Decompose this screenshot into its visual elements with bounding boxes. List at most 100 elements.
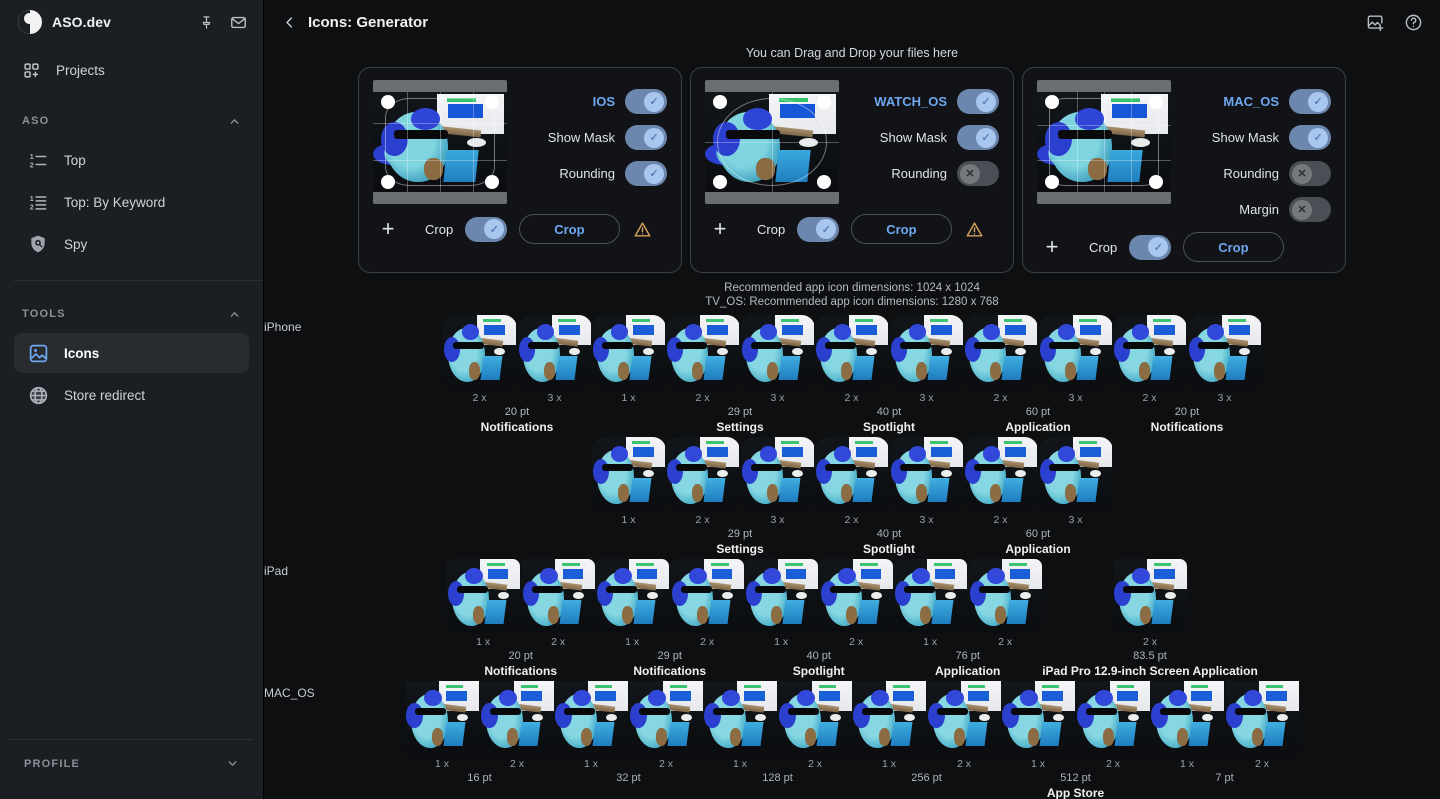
icon-cell[interactable]: 2 x [1113, 559, 1187, 648]
icon-group-name: Notifications [484, 664, 557, 678]
icon-cell[interactable]: 3 x [741, 315, 815, 404]
crop-handle-top-right[interactable] [485, 95, 499, 109]
icon-cell[interactable]: 2 x [480, 681, 554, 770]
icon-cell[interactable]: 2 x [521, 559, 595, 648]
icon-cell[interactable]: 3 x [1039, 315, 1113, 404]
profile-section[interactable]: PROFILE [10, 739, 253, 787]
toggle-platform-macos[interactable]: ✓ [1289, 89, 1331, 114]
plus-icon[interactable]: + [1039, 234, 1065, 260]
icon-cell[interactable]: 2 x [819, 559, 893, 648]
crop-button[interactable]: Crop [1183, 232, 1283, 262]
crop-handle-top-left[interactable] [713, 95, 727, 109]
add-image-icon[interactable] [1364, 11, 1386, 33]
icon-cell[interactable]: 1 x [893, 559, 967, 648]
toggle-platform-watchos[interactable]: ✓ [957, 89, 999, 114]
icon-cell[interactable]: 2 x [666, 315, 740, 404]
crop-handle-top-right[interactable] [1149, 95, 1163, 109]
icon-cell[interactable]: 2 x [964, 315, 1038, 404]
pin-icon[interactable] [195, 11, 217, 33]
icon-cell[interactable]: 2 x [778, 681, 852, 770]
device-label: MAC_OS [264, 686, 315, 700]
icon-cell[interactable]: 2 x [629, 681, 703, 770]
icon-cell[interactable]: 2 x [666, 437, 740, 526]
crop-button[interactable]: Crop [851, 214, 951, 244]
icon-cell[interactable]: 1 x [852, 681, 926, 770]
icon-cell[interactable]: 3 x [1039, 437, 1113, 526]
crop-handle-top-left[interactable] [381, 95, 395, 109]
sidebar-item-top-by-keyword[interactable]: 1 2 Top: By Keyword [14, 182, 249, 222]
toggle-rounding[interactable]: ✕ [1289, 161, 1331, 186]
icon-cell[interactable]: 2 x [670, 559, 744, 648]
toggle-show-mask[interactable]: ✓ [625, 125, 667, 150]
icon-cell[interactable]: 1 x [703, 681, 777, 770]
crop-panel-controls: MAC_OS ✓ Show Mask ✓ Rounding ✕ Margin [1181, 80, 1331, 222]
crop-preview-watchos[interactable] [705, 80, 839, 204]
toggle-crop[interactable]: ✓ [797, 217, 839, 242]
icon-thumbnail [741, 437, 815, 511]
icon-cell[interactable]: 1 x [446, 559, 520, 648]
crop-preview-ios[interactable] [373, 80, 507, 204]
icon-cell[interactable]: 2 x [927, 681, 1001, 770]
toggle-rounding[interactable]: ✓ [625, 161, 667, 186]
help-icon[interactable] [1402, 11, 1424, 33]
crop-button[interactable]: Crop [519, 214, 619, 244]
icon-cell[interactable]: 1 x [595, 559, 669, 648]
icon-cell[interactable]: 3 x [741, 437, 815, 526]
crop-handle-bottom-left[interactable] [381, 175, 395, 189]
icon-cell[interactable]: 3 x [518, 315, 592, 404]
icon-cell[interactable]: 3 x [890, 315, 964, 404]
sidebar-item-store-redirect[interactable]: Store redirect [14, 375, 249, 415]
sidebar-item-projects[interactable]: Projects [10, 52, 253, 88]
icon-group: 2 x3 x20 ptNotifications [1113, 315, 1262, 434]
toggle-platform-ios[interactable]: ✓ [625, 89, 667, 114]
crop-handle-bottom-right[interactable] [1149, 175, 1163, 189]
sidebar-item-spy[interactable]: Spy [14, 224, 249, 264]
plus-icon[interactable]: + [707, 216, 733, 242]
crop-panel-body: MAC_OS ✓ Show Mask ✓ Rounding ✕ Margin [1037, 80, 1331, 222]
mail-icon[interactable] [227, 11, 249, 33]
icon-cell[interactable]: 2 x [1076, 681, 1150, 770]
icon-cell[interactable]: 1 x [554, 681, 628, 770]
icon-cell[interactable]: 2 x [968, 559, 1042, 648]
sidebar-item-icons[interactable]: Icons [14, 333, 249, 373]
icon-cell[interactable]: 1 x [405, 681, 479, 770]
icon-cell[interactable]: 1 x [744, 559, 818, 648]
sidebar-item-spy-label: Spy [64, 237, 87, 252]
icon-cell[interactable]: 1 x [1001, 681, 1075, 770]
icon-scale-label: 3 x [1068, 514, 1082, 526]
toggle-crop[interactable]: ✓ [1129, 235, 1171, 260]
sidebar-section-tools[interactable]: TOOLS [10, 297, 253, 331]
plus-icon[interactable]: + [375, 216, 401, 242]
toggle-show-mask[interactable]: ✓ [957, 125, 999, 150]
toggle-show-mask[interactable]: ✓ [1289, 125, 1331, 150]
icon-scale-label: 2 x [472, 392, 486, 404]
icon-row: iPhone2 x3 x20 ptNotifications1 x 2 x3 x… [264, 315, 1440, 434]
crop-handle-bottom-right[interactable] [817, 175, 831, 189]
icon-cell[interactable]: 3 x [1188, 315, 1262, 404]
icon-cell[interactable]: 1 x [592, 315, 666, 404]
sidebar-section-aso[interactable]: ASO [10, 104, 253, 138]
chevron-left-icon[interactable] [278, 11, 300, 33]
icon-cell[interactable]: 1 x [1150, 681, 1224, 770]
icon-cell[interactable]: 2 x [443, 315, 517, 404]
icon-cell[interactable]: 2 x [964, 437, 1038, 526]
icon-scale-label: 1 x [625, 636, 639, 648]
icon-cell[interactable]: 2 x [815, 315, 889, 404]
icon-group: 1 x2 x256 pt [852, 681, 1001, 799]
ordered-list-lines-icon: 1 2 [26, 190, 50, 214]
crop-handle-bottom-left[interactable] [713, 175, 727, 189]
sidebar-item-top[interactable]: 1 2 Top [14, 140, 249, 180]
crop-handle-bottom-right[interactable] [485, 175, 499, 189]
icon-cell[interactable]: 2 x [815, 437, 889, 526]
icon-cell[interactable]: 2 x [1113, 315, 1187, 404]
icon-cell[interactable]: 1 x [592, 437, 666, 526]
icon-cell[interactable]: 3 x [890, 437, 964, 526]
icon-cell[interactable]: 2 x [1225, 681, 1299, 770]
crop-handle-top-right[interactable] [817, 95, 831, 109]
crop-handle-bottom-left[interactable] [1045, 175, 1059, 189]
crop-handle-top-left[interactable] [1045, 95, 1059, 109]
toggle-margin[interactable]: ✕ [1289, 197, 1331, 222]
toggle-crop[interactable]: ✓ [465, 217, 507, 242]
crop-preview-macos[interactable] [1037, 80, 1171, 204]
toggle-rounding[interactable]: ✕ [957, 161, 999, 186]
